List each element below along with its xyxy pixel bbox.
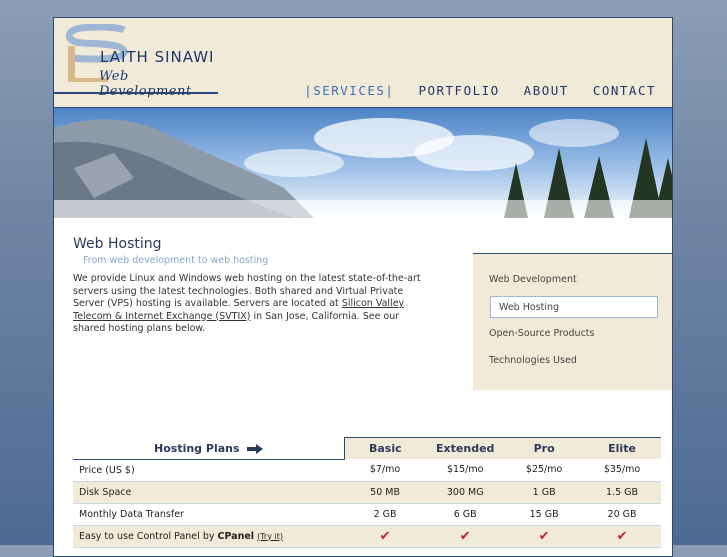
- check-icon: ✔: [583, 525, 661, 548]
- table-row: Price (US $) $7/mo $15/mo $25/mo $35/mo: [73, 459, 661, 482]
- site-header: LAITH SINAWI Web Development |SERVICES| …: [54, 18, 672, 109]
- brand-tagline: Web Development: [99, 69, 192, 99]
- cell: $25/mo: [505, 459, 584, 482]
- row-label: Easy to use Control Panel by CPanel (Try…: [73, 525, 345, 548]
- nav-about[interactable]: ABOUT: [524, 83, 569, 98]
- check-icon: ✔: [425, 525, 506, 548]
- cell: 1 GB: [505, 481, 584, 504]
- check-icon: ✔: [505, 525, 584, 548]
- column-extended: Extended: [425, 437, 506, 459]
- hosting-plans-label: Hosting Plans: [154, 441, 240, 455]
- check-icon: ✔: [344, 525, 426, 548]
- sidebar-item-technologies-used[interactable]: Technologies Used: [489, 355, 577, 366]
- cell: 15 GB: [505, 503, 584, 526]
- arrow-right-icon: [247, 443, 264, 454]
- row-label: Price (US $): [73, 459, 345, 482]
- column-basic: Basic: [344, 437, 426, 459]
- main-nav: |SERVICES| PORTFOLIO ABOUT CONTACT: [280, 83, 656, 98]
- cpanel-label: CPanel: [217, 530, 255, 542]
- sidebar-item-web-hosting[interactable]: Web Hosting: [490, 296, 658, 318]
- table-row: Disk Space 50 MB 300 MG 1 GB 1.5 GB: [73, 481, 661, 504]
- page-subtitle: From web development to web hosting: [83, 255, 269, 266]
- page-container: LAITH SINAWI Web Development |SERVICES| …: [53, 17, 673, 557]
- table-row: Monthly Data Transfer 2 GB 6 GB 15 GB 20…: [73, 503, 661, 526]
- nav-portfolio[interactable]: PORTFOLIO: [418, 83, 499, 98]
- landscape-illustration: [54, 118, 672, 218]
- nav-services[interactable]: |SERVICES|: [304, 83, 394, 98]
- column-pro: Pro: [505, 437, 584, 459]
- logo[interactable]: LAITH SINAWI Web Development: [54, 18, 218, 99]
- sidebar-item-web-development[interactable]: Web Development: [489, 274, 577, 285]
- cell: 300 MG: [425, 481, 506, 504]
- table-row: Easy to use Control Panel by CPanel (Try…: [73, 525, 661, 548]
- column-elite: Elite: [583, 437, 661, 459]
- cell: 1.5 GB: [583, 481, 661, 504]
- row-label-text: Easy to use Control Panel by: [79, 530, 218, 542]
- row-label: Monthly Data Transfer: [73, 503, 345, 526]
- cell: $35/mo: [583, 459, 661, 482]
- cell: $15/mo: [425, 459, 506, 482]
- cell: 20 GB: [583, 503, 661, 526]
- table-header-row: Hosting Plans Basic Extended Pro Elite: [73, 437, 661, 460]
- brand-name: LAITH SINAWI: [100, 48, 215, 66]
- sidebar-item-open-source-products[interactable]: Open-Source Products: [489, 328, 594, 339]
- intro-paragraph: We provide Linux and Windows web hosting…: [73, 273, 433, 336]
- nav-contact[interactable]: CONTACT: [593, 83, 656, 98]
- hosting-plans-table: Hosting Plans Basic Extended Pro Elite P…: [73, 437, 661, 548]
- cell: 6 GB: [425, 503, 506, 526]
- row-label: Disk Space: [73, 481, 345, 504]
- header-banner-image: [54, 108, 672, 218]
- page-title: Web Hosting: [73, 236, 162, 252]
- cell: $7/mo: [344, 459, 426, 482]
- hosting-plans-heading: Hosting Plans: [73, 437, 345, 460]
- cell: 50 MB: [344, 481, 426, 504]
- services-sidebar: Web Development Web Hosting Open-Source …: [473, 253, 672, 390]
- try-it-link[interactable]: (Try it): [257, 532, 283, 541]
- cell: 2 GB: [344, 503, 426, 526]
